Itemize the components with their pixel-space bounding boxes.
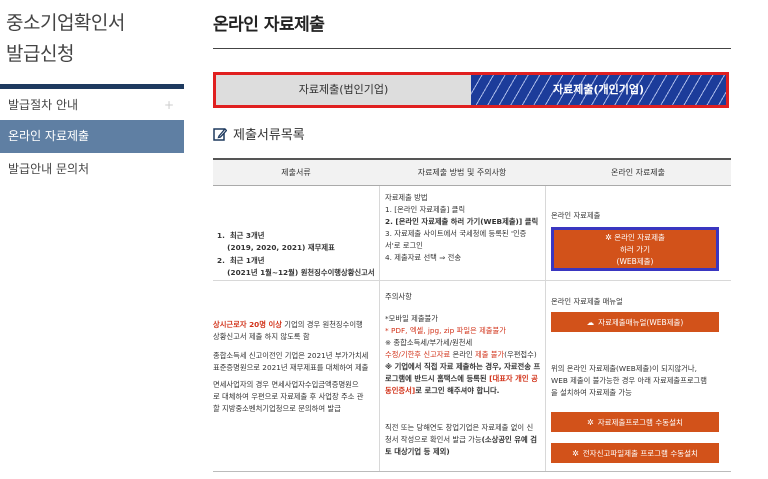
manual-button-label: 자료제출매뉴얼(WEB제출): [598, 317, 684, 327]
plus-icon: +: [163, 98, 174, 112]
sidebar-item-contact[interactable]: 발급안내 문의처: [0, 153, 184, 186]
documents-table: 제출서류 자료제출 방법 및 주의사항 온라인 자료제출 1. 최근 3개년 (…: [213, 158, 731, 472]
online-submit-line3: (WEB제출): [616, 256, 654, 266]
gear-icon: ✲: [587, 417, 594, 427]
section-title: 제출서류목록: [213, 124, 305, 143]
program-description: 위의 온라인 자료제출(WEB제출)이 되지않거나, WEB 제출이 불가능한 …: [551, 364, 707, 397]
doc-item-2: 2. 최근 1개년 (2021년 1월~12월) 원천징수이행상황신고서: [217, 256, 375, 277]
manual-label: 온라인 자료제출 매뉴얼: [551, 297, 623, 306]
header-documents: 제출서류: [281, 168, 311, 177]
doc-note-workers: 상시근로자 20명 이상 기업의 경우 원천징수이행 상황신고서 제출 하지 않…: [213, 320, 363, 341]
caution-list: *모바일 제출불가 * PDF, 엑셀, jpg, zip 파일은 제출불가 ※…: [385, 314, 541, 395]
column-divider: [545, 186, 546, 472]
program-install-label: 자료제출프로그램 수동설치: [597, 417, 683, 427]
sidebar-item-online-submission[interactable]: 온라인 자료제출: [0, 120, 184, 153]
online-submit-line1: ✲ 온라인 자료제출: [605, 232, 665, 242]
page-title: 온라인 자료제출: [213, 15, 325, 35]
tax-file-program-label: 전자신고파일제출 프로그램 수동설치: [582, 448, 698, 458]
main-content: 온라인 자료제출 자료제출(법인기업) 자료제출(개인기업) 제출서류목록 제출…: [213, 0, 733, 479]
sidebar-item-issue-procedure[interactable]: 발급절차 안내 +: [0, 89, 184, 122]
online-submit-line2: 하러 가기: [620, 244, 650, 254]
caution-heading: 주의사항: [385, 292, 412, 301]
sidebar: 중소기업확인서 발급신청 발급절차 안내 + 온라인 자료제출 발급안내 문의처: [0, 0, 186, 479]
method-steps: 자료제출 방법 1. [온라인 자료제출] 클릭 2. [온라인 자료제출 하러…: [385, 193, 539, 262]
sidebar-item-label: 발급절차 안내: [8, 98, 79, 112]
sidebar-title: 중소기업확인서 발급신청: [6, 12, 125, 65]
row-divider: [213, 280, 379, 281]
gear-icon: ✲: [572, 448, 579, 458]
tab-corporate[interactable]: 자료제출(법인기업): [216, 75, 471, 105]
manual-button[interactable]: ☁ 자료제출매뉴얼(WEB제출): [551, 312, 719, 332]
row-divider: [379, 280, 545, 281]
doc-item-1: 1. 최근 3개년 (2019, 2020, 2021) 재무제표: [217, 231, 335, 252]
table-header: 제출서류 자료제출 방법 및 주의사항 온라인 자료제출: [213, 158, 731, 186]
caution-startup: 직전 또는 당해연도 창업기업은 자료제출 없이 신 청서 작성으로 확인서 발…: [385, 423, 537, 456]
online-submit-web-button[interactable]: ✲ 온라인 자료제출 하러 가기 (WEB제출): [551, 227, 719, 271]
submission-tabs: 자료제출(법인기업) 자료제출(개인기업): [213, 72, 729, 108]
header-method: 자료제출 방법 및 주의사항: [417, 168, 507, 177]
doc-note-taxfree: 면세사업자의 경우 면세사업자수입금액증명원으 로 대체하여 우편으로 자료제출…: [213, 380, 364, 413]
sidebar-item-label: 온라인 자료제출: [8, 129, 90, 143]
column-divider: [379, 186, 380, 472]
row-divider: [545, 280, 731, 281]
online-label: 온라인 자료제출: [551, 211, 601, 220]
program-install-button[interactable]: ✲ 자료제출프로그램 수동설치: [551, 412, 719, 432]
doc-note-vat: 종합소득세 신고이전인 기업은 2021년 부가가치세 표준증명원으로 2021…: [213, 351, 369, 372]
tab-individual[interactable]: 자료제출(개인기업): [471, 75, 726, 105]
edit-icon: [213, 127, 227, 141]
cloud-download-icon: ☁: [586, 317, 595, 327]
section-title-text: 제출서류목록: [233, 128, 305, 143]
title-divider: [213, 48, 731, 49]
header-online: 온라인 자료제출: [610, 168, 666, 177]
gear-icon: ✲: [605, 232, 612, 242]
table-bottom-border: [213, 471, 731, 472]
sidebar-item-label: 발급안내 문의처: [8, 162, 90, 176]
tax-file-program-button[interactable]: ✲ 전자신고파일제출 프로그램 수동설치: [551, 443, 719, 463]
